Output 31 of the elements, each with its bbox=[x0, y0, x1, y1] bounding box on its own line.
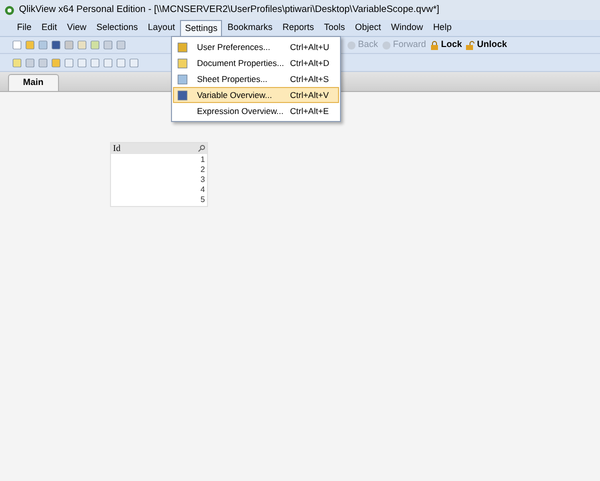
menu-option[interactable]: Expression Overview... Ctrl+Alt+E bbox=[173, 103, 339, 119]
menu-item[interactable]: View bbox=[62, 20, 92, 36]
list-value[interactable]: 4 bbox=[200, 185, 205, 195]
list-value[interactable]: 1 bbox=[200, 155, 205, 165]
menu-item[interactable]: Settings bbox=[180, 20, 222, 36]
menu-option[interactable]: Sheet Properties... Ctrl+Alt+S bbox=[173, 71, 339, 87]
unlock-icon bbox=[466, 40, 476, 50]
window-title: QlikView x64 Personal Edition - [\\MCNSERVER2\UserProfiles\ptiwari\Desktop\VariableScope.qvw*] bbox=[19, 2, 440, 17]
list-value[interactable]: 5 bbox=[200, 195, 205, 205]
menu-option[interactable]: Variable Overview... Ctrl+Alt+V bbox=[173, 87, 339, 103]
sheet-tab[interactable]: Main bbox=[8, 74, 59, 91]
list-value[interactable]: 3 bbox=[200, 175, 205, 185]
menu-item[interactable]: Layout bbox=[142, 20, 180, 36]
menu-item[interactable]: Edit bbox=[36, 20, 62, 36]
unlock-button[interactable]: Unlock bbox=[466, 38, 508, 52]
menu-item[interactable]: Object bbox=[350, 20, 386, 36]
lock-icon bbox=[430, 40, 440, 50]
lock-button[interactable]: Lock bbox=[430, 38, 462, 52]
list-box-title: Id bbox=[113, 142, 120, 155]
app-icon bbox=[4, 4, 15, 16]
menu-item[interactable]: Window bbox=[386, 20, 428, 36]
menu-item[interactable]: Tools bbox=[319, 20, 350, 36]
menu-item[interactable]: File bbox=[12, 20, 37, 36]
list-value[interactable]: 2 bbox=[200, 165, 205, 175]
toolbar-icon[interactable] bbox=[129, 58, 139, 68]
menu-option[interactable]: User Preferences... Ctrl+Alt+U bbox=[173, 39, 339, 55]
menu-item[interactable]: Selections bbox=[91, 20, 143, 36]
menu-item[interactable]: Help bbox=[428, 20, 457, 36]
search-icon[interactable] bbox=[198, 145, 205, 152]
menu-item[interactable]: Bookmarks bbox=[222, 20, 278, 36]
menu-item[interactable]: Reports bbox=[278, 20, 320, 36]
